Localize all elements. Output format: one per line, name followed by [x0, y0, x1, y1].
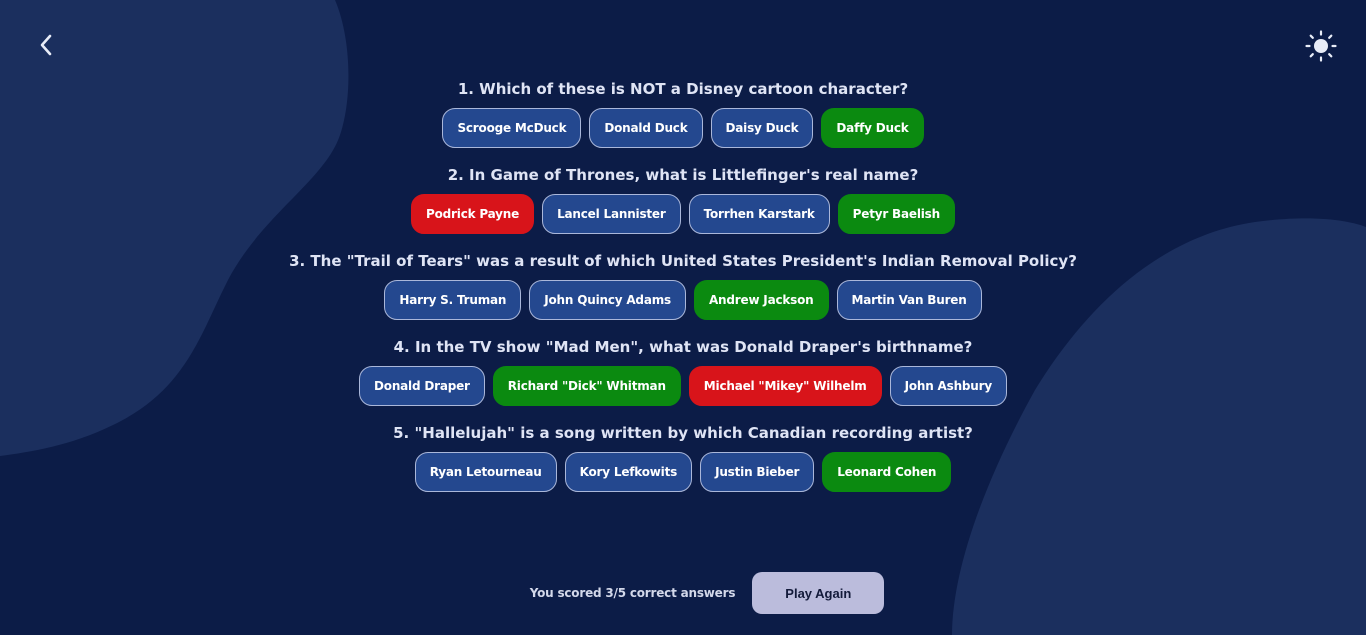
answer-button[interactable]: Andrew Jackson [693, 280, 829, 320]
answer-button[interactable]: Ryan Letourneau [414, 452, 557, 492]
answer-button[interactable]: Daffy Duck [821, 108, 924, 148]
answer-button[interactable]: Petyr Baelish [837, 194, 955, 234]
question-text: 1. Which of these is NOT a Disney cartoo… [457, 80, 909, 98]
question-2: 2. In Game of Thrones, what is Littlefin… [411, 165, 955, 234]
results-footer: You scored 3/5 correct answers Play Agai… [0, 572, 1366, 614]
answer-button[interactable]: Michael "Mikey" Wilhelm [688, 366, 882, 406]
answer-button[interactable]: Podrick Payne [411, 194, 535, 234]
question-5: 5. "Hallelujah" is a song written by whi… [393, 423, 973, 492]
theme-toggle-button[interactable] [1304, 29, 1338, 63]
score-text: You scored 3/5 correct answers [529, 586, 736, 600]
question-1: 1. Which of these is NOT a Disney cartoo… [442, 79, 924, 148]
question-text: 2. In Game of Thrones, what is Littlefin… [447, 166, 919, 184]
answer-button[interactable]: John Ashbury [889, 366, 1007, 406]
quiz-results: 1. Which of these is NOT a Disney cartoo… [0, 79, 1366, 509]
question-text: 3. The "Trail of Tears" was a result of … [289, 252, 1077, 270]
answer-list: Ryan Letourneau Kory Lefkowits Justin Bi… [414, 452, 952, 492]
answer-button[interactable]: Scrooge McDuck [442, 108, 582, 148]
answer-list: Podrick Payne Lancel Lannister Torrhen K… [411, 194, 955, 234]
answer-button[interactable]: Richard "Dick" Whitman [492, 366, 681, 406]
answer-list: Scrooge McDuck Donald Duck Daisy Duck Da… [442, 108, 924, 148]
answer-button[interactable]: Kory Lefkowits [564, 452, 693, 492]
question-text: 4. In the TV show "Mad Men", what was Do… [393, 338, 973, 356]
answer-button[interactable]: Torrhen Karstark [688, 194, 830, 234]
sun-icon [1305, 30, 1337, 62]
question-4: 4. In the TV show "Mad Men", what was Do… [359, 337, 1007, 406]
answer-button[interactable]: Martin Van Buren [836, 280, 982, 320]
answer-button[interactable]: Daisy Duck [710, 108, 814, 148]
answer-list: Harry S. Truman John Quincy Adams Andrew… [384, 280, 982, 320]
answer-button[interactable]: Donald Draper [359, 366, 485, 406]
chevron-left-icon [40, 34, 52, 56]
question-text: 5. "Hallelujah" is a song written by whi… [393, 424, 973, 442]
question-3: 3. The "Trail of Tears" was a result of … [289, 251, 1077, 320]
play-again-button[interactable]: Play Again [752, 572, 885, 614]
answer-button[interactable]: Harry S. Truman [384, 280, 522, 320]
answer-button[interactable]: Donald Duck [589, 108, 703, 148]
answer-button[interactable]: John Quincy Adams [529, 280, 686, 320]
answer-button[interactable]: Lancel Lannister [542, 194, 681, 234]
answer-list: Donald Draper Richard "Dick" Whitman Mic… [359, 366, 1007, 406]
answer-button[interactable]: Justin Bieber [700, 452, 815, 492]
back-button[interactable] [30, 30, 60, 60]
answer-button[interactable]: Leonard Cohen [822, 452, 952, 492]
